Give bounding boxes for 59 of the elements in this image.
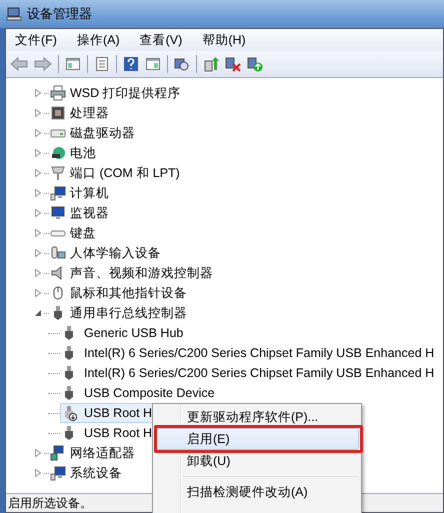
window-title: 设备管理器: [27, 5, 92, 23]
context-menu-item[interactable]: 启用(E): [155, 428, 359, 450]
context-menu-item[interactable]: 扫描检测硬件改动(A): [153, 481, 361, 503]
properties-icon[interactable]: [94, 56, 110, 72]
cpu-icon: [50, 105, 66, 121]
collapsed-arrow-icon[interactable]: [34, 149, 42, 157]
enable-device-icon[interactable]: [247, 56, 263, 72]
tree-item[interactable]: 计算机: [70, 184, 109, 202]
collapsed-arrow-icon[interactable]: [34, 469, 42, 477]
tree-item[interactable]: 网络适配器: [70, 444, 135, 462]
battery-icon: [50, 145, 66, 161]
collapsed-arrow-icon[interactable]: [34, 129, 42, 137]
port-icon: [50, 165, 66, 181]
collapsed-arrow-icon[interactable]: [34, 169, 42, 177]
collapsed-arrow-icon[interactable]: [34, 189, 42, 197]
menu-item[interactable]: 文件(F): [15, 32, 57, 48]
forward-arrow-icon[interactable]: [34, 56, 52, 72]
tree-item[interactable]: 系统设备: [70, 464, 122, 482]
printer-icon: [50, 85, 66, 101]
tree-item[interactable]: 监视器: [70, 204, 109, 222]
collapsed-arrow-icon[interactable]: [34, 89, 42, 97]
collapsed-arrow-icon[interactable]: [34, 109, 42, 117]
tree-item[interactable]: 磁盘驱动器: [70, 124, 135, 142]
tree-item[interactable]: 键盘: [70, 224, 96, 242]
tree-item[interactable]: 处理器: [70, 104, 109, 122]
menu-item[interactable]: 帮助(H): [202, 32, 246, 48]
panel-icon[interactable]: [65, 56, 81, 72]
tree-item[interactable]: 端口 (COM 和 LPT): [70, 164, 180, 182]
collapsed-arrow-icon[interactable]: [34, 229, 42, 237]
monitor-icon: [50, 205, 66, 221]
help-icon[interactable]: [123, 56, 139, 72]
status-text: 启用所选设备。: [8, 494, 92, 512]
scan-icon[interactable]: [174, 56, 190, 72]
tree-item[interactable]: 人体学输入设备: [70, 244, 161, 262]
tree-item[interactable]: Intel(R) 6 Series/C200 Series Chipset Family USB Enhanced H: [60, 343, 438, 363]
tree-item[interactable]: Generic USB Hub: [60, 323, 188, 343]
collapsed-arrow-icon[interactable]: [34, 209, 42, 217]
tree-item[interactable]: 电池: [70, 144, 96, 162]
menu-item[interactable]: 操作(A): [76, 32, 120, 48]
expanded-arrow-icon[interactable]: [34, 309, 42, 317]
tree-item[interactable]: 声音、视频和游戏控制器: [70, 264, 213, 282]
collapsed-arrow-icon[interactable]: [34, 269, 42, 277]
update-driver-icon[interactable]: [203, 56, 219, 72]
tree-item[interactable]: Intel(R) 6 Series/C200 Series Chipset Family USB Enhanced H: [60, 363, 438, 383]
collapsed-arrow-icon[interactable]: [34, 449, 42, 457]
tree-item[interactable]: WSD 打印提供程序: [70, 84, 181, 102]
disable-device-icon[interactable]: [225, 56, 241, 72]
tree-item[interactable]: USB Composite Device: [60, 383, 219, 403]
hid-icon: [50, 245, 66, 261]
network-icon: [50, 445, 66, 461]
tree-item[interactable]: 鼠标和其他指针设备: [70, 284, 187, 302]
panel-icon[interactable]: [145, 56, 161, 72]
collapsed-arrow-icon[interactable]: [34, 249, 42, 257]
tree-item[interactable]: 通用串行总线控制器: [70, 304, 187, 322]
context-menu-item[interactable]: 卸载(U): [153, 450, 361, 472]
menu-item[interactable]: 查看(V): [140, 32, 182, 48]
computer-icon: [6, 6, 22, 22]
collapsed-arrow-icon[interactable]: [34, 289, 42, 297]
back-arrow-icon[interactable]: [10, 56, 28, 72]
